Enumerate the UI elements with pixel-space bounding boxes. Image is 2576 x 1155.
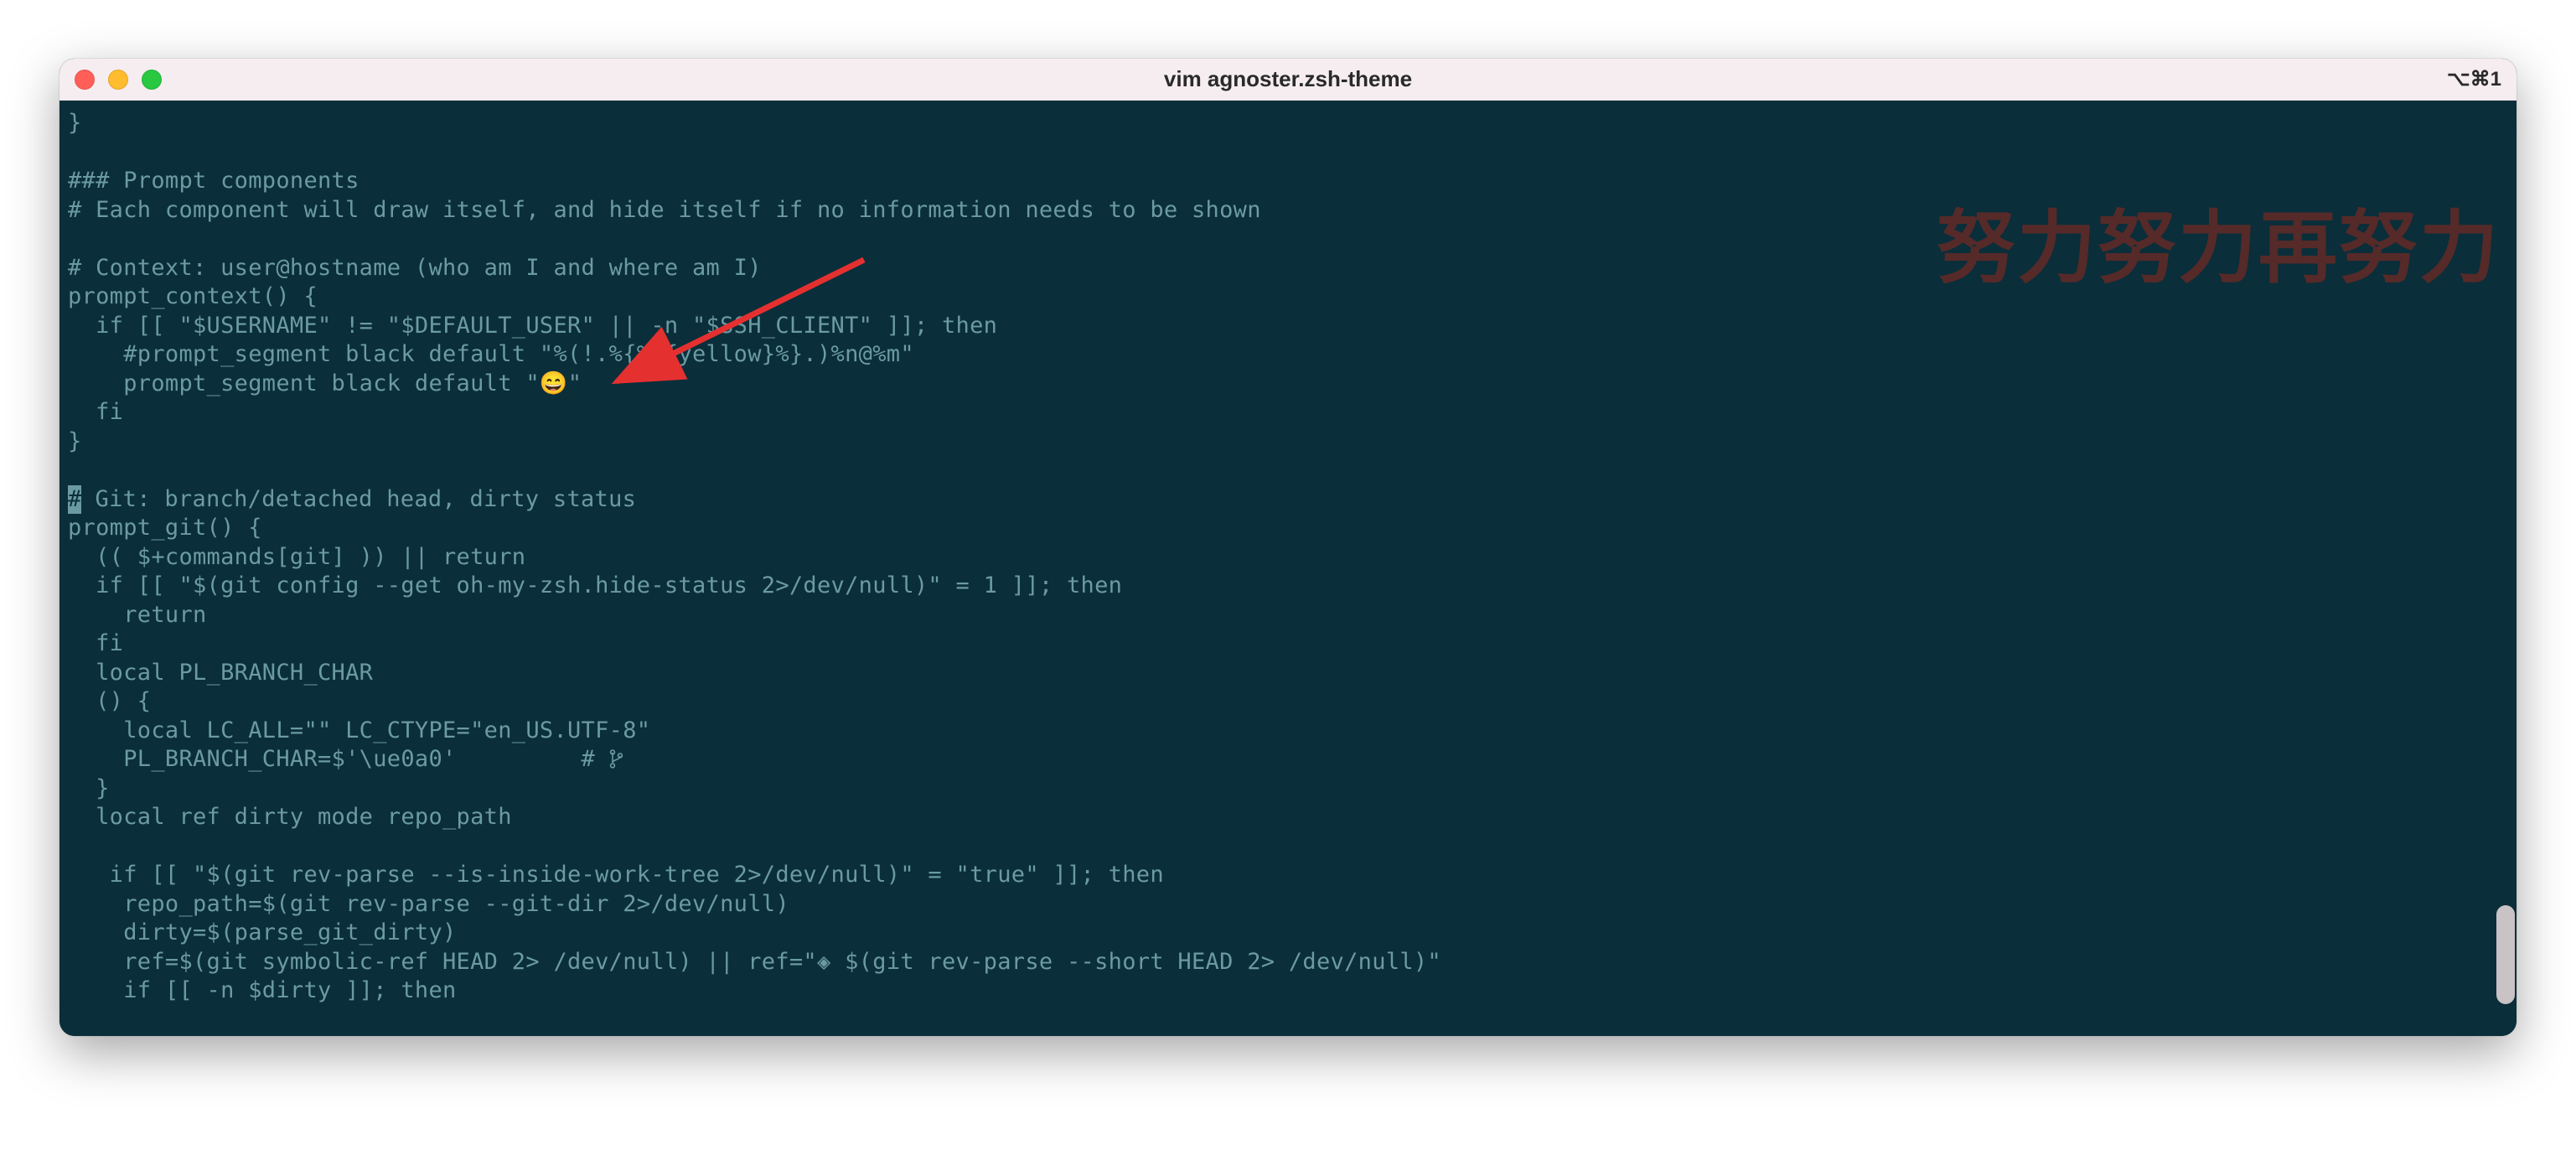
code-line: if [[ "$USERNAME" != "$DEFAULT_USER" || …	[68, 312, 2491, 341]
code-line: repo_path=$(git rev-parse --git-dir 2>/d…	[68, 890, 2491, 919]
code-line: }	[68, 427, 2491, 457]
code-line: # Git: branch/detached head, dirty statu…	[68, 485, 2491, 515]
terminal-viewport[interactable]: 努力努力再努力 } ### Prompt components# Each co…	[59, 101, 2517, 1036]
code-line: if [[ -n $dirty ]]; then	[68, 976, 2491, 1006]
branch-glyph-icon	[609, 746, 624, 772]
scrollbar-track[interactable]	[2493, 101, 2517, 1036]
window-title: vim agnoster.zsh-theme	[59, 66, 2517, 92]
code-line: local ref dirty mode repo_path	[68, 803, 2491, 832]
code-line	[68, 138, 2491, 168]
code-line	[68, 456, 2491, 485]
code-line: dirty=$(parse_git_dirty)	[68, 919, 2491, 948]
scrollbar-thumb[interactable]	[2496, 905, 2515, 1004]
code-line: prompt_context() {	[68, 282, 2491, 312]
window-shortcut-label: ⌥⌘1	[2447, 67, 2501, 91]
editor-buffer[interactable]: } ### Prompt components# Each component …	[68, 109, 2491, 1006]
code-line: local LC_ALL="" LC_CTYPE="en_US.UTF-8"	[68, 717, 2491, 746]
code-line	[68, 225, 2491, 254]
code-line: () {	[68, 687, 2491, 717]
code-line: fi	[68, 629, 2491, 659]
cursor: #	[68, 485, 81, 515]
code-line	[68, 832, 2491, 862]
code-line: ref=$(git symbolic-ref HEAD 2> /dev/null…	[68, 948, 2491, 977]
code-line: }	[68, 774, 2491, 804]
code-line: # Each component will draw itself, and h…	[68, 196, 2491, 225]
code-line: ### Prompt components	[68, 167, 2491, 196]
code-line: #prompt_segment black default "%(!.%{%F{…	[68, 340, 2491, 370]
code-line: }	[68, 109, 2491, 138]
code-line: prompt_git() {	[68, 514, 2491, 543]
code-line: (( $+commands[git] )) || return	[68, 543, 2491, 572]
code-line: return	[68, 601, 2491, 630]
terminal-window: vim agnoster.zsh-theme ⌥⌘1 努力努力再努力 } ###…	[59, 59, 2517, 1036]
code-line: local PL_BRANCH_CHAR	[68, 659, 2491, 688]
code-line: prompt_segment black default "😄"	[68, 370, 2491, 399]
close-button[interactable]	[75, 70, 95, 90]
code-line: fi	[68, 398, 2491, 427]
titlebar: vim agnoster.zsh-theme ⌥⌘1	[59, 59, 2517, 101]
traffic-lights	[75, 70, 162, 90]
minimize-button[interactable]	[108, 70, 128, 90]
code-line: PL_BRANCH_CHAR=$'\ue0a0' #	[68, 745, 2491, 774]
code-line: # Context: user@hostname (who am I and w…	[68, 254, 2491, 283]
fullscreen-button[interactable]	[142, 70, 162, 90]
code-line: if [[ "$(git rev-parse --is-inside-work-…	[68, 861, 2491, 890]
code-line: if [[ "$(git config --get oh-my-zsh.hide…	[68, 572, 2491, 601]
